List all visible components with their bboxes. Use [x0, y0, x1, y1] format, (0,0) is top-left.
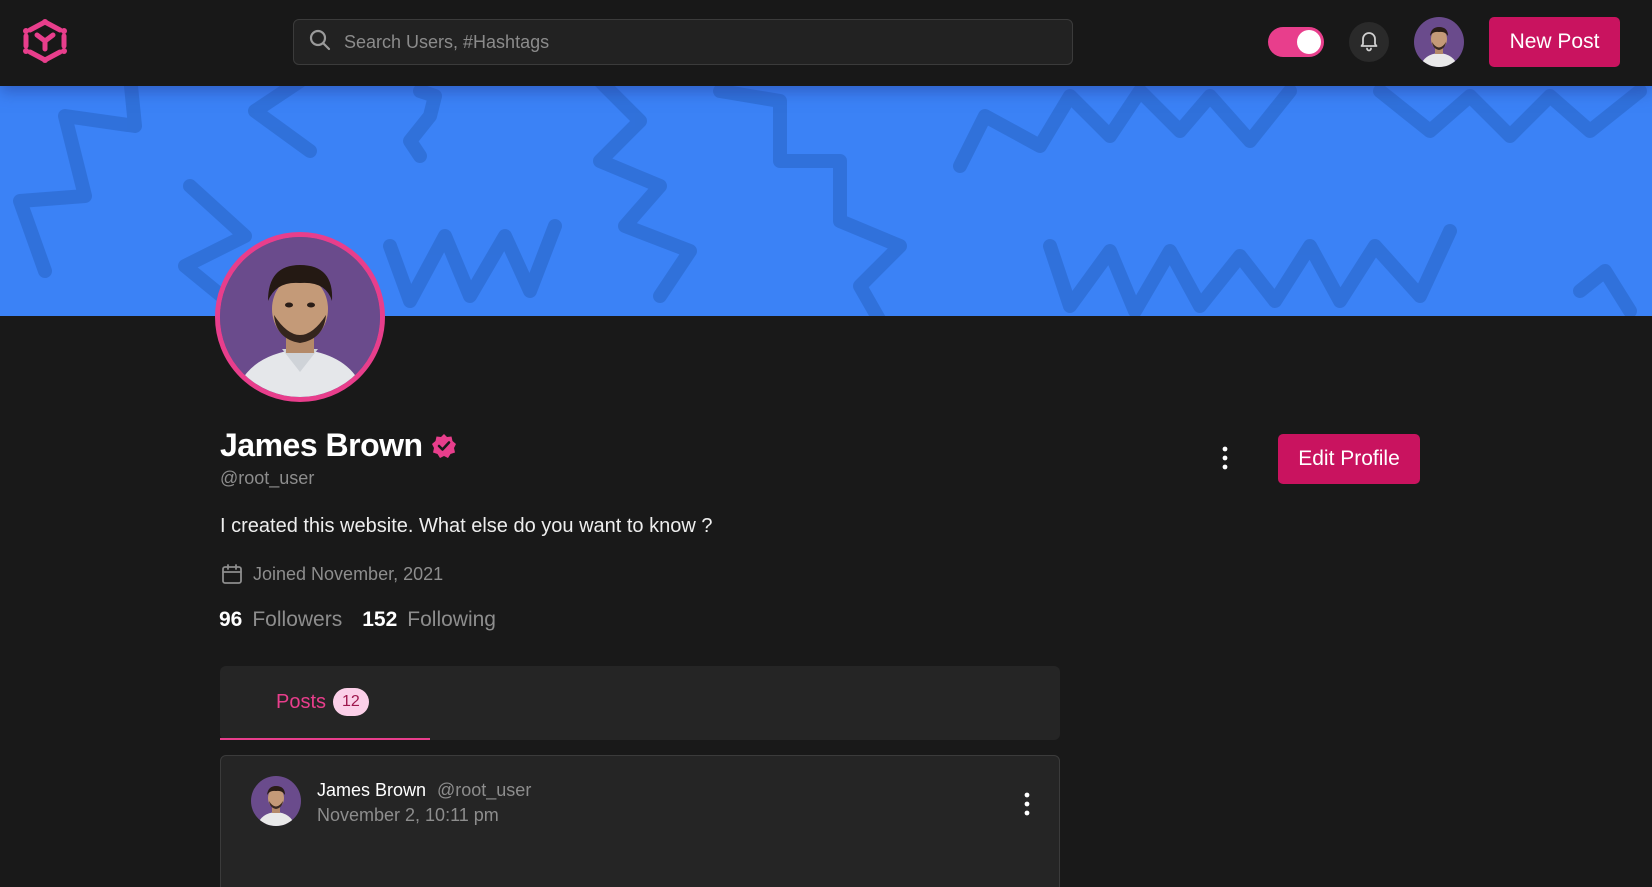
post-card: James Brown @root_user November 2, 10:11… — [220, 755, 1060, 887]
bell-icon — [1357, 28, 1381, 57]
search-bar[interactable] — [293, 19, 1073, 65]
profile-bio: I created this website. What else do you… — [220, 515, 713, 537]
toggle-knob — [1297, 30, 1321, 54]
followers-count[interactable]: 96 — [219, 608, 242, 632]
verified-badge-icon — [431, 433, 457, 459]
profile-tabs: Posts 12 — [220, 666, 1060, 740]
joined-text: Joined November, 2021 — [253, 563, 444, 584]
kebab-menu-icon — [1024, 792, 1030, 816]
profile-menu-button[interactable] — [1214, 444, 1236, 472]
profile-handle: @root_user — [220, 468, 315, 488]
following-count[interactable]: 152 — [362, 608, 397, 632]
edit-profile-button[interactable]: Edit Profile — [1278, 434, 1420, 484]
new-post-button[interactable]: New Post — [1489, 17, 1620, 67]
search-icon — [308, 28, 332, 57]
tab-posts[interactable]: Posts 12 — [220, 666, 430, 740]
post-date: November 2, 10:11 pm — [317, 805, 499, 825]
kebab-menu-icon — [1222, 446, 1228, 470]
post-author-name[interactable]: James Brown — [317, 780, 426, 801]
tab-posts-label: Posts — [276, 690, 327, 713]
theme-toggle[interactable] — [1268, 27, 1324, 57]
user-avatar[interactable] — [1414, 17, 1464, 67]
profile-avatar[interactable] — [215, 232, 385, 402]
joined-date: Joined November, 2021 — [220, 562, 443, 586]
calendar-icon — [222, 564, 242, 584]
top-navbar: New Post — [0, 0, 1652, 86]
post-menu-button[interactable] — [1016, 790, 1038, 818]
following-label[interactable]: Following — [407, 608, 496, 632]
post-author-handle[interactable]: @root_user — [437, 780, 531, 801]
profile-name: James Brown — [220, 427, 423, 463]
notifications-button[interactable] — [1349, 22, 1389, 62]
followers-label[interactable]: Followers — [252, 608, 342, 632]
search-input[interactable] — [344, 31, 1044, 53]
posts-count-badge: 12 — [333, 688, 369, 716]
profile-name-row: James Brown — [220, 427, 457, 464]
follow-stats: 96 Followers 152 Following — [219, 608, 516, 632]
post-author-avatar[interactable] — [251, 776, 301, 826]
app-logo-icon[interactable] — [22, 18, 68, 64]
